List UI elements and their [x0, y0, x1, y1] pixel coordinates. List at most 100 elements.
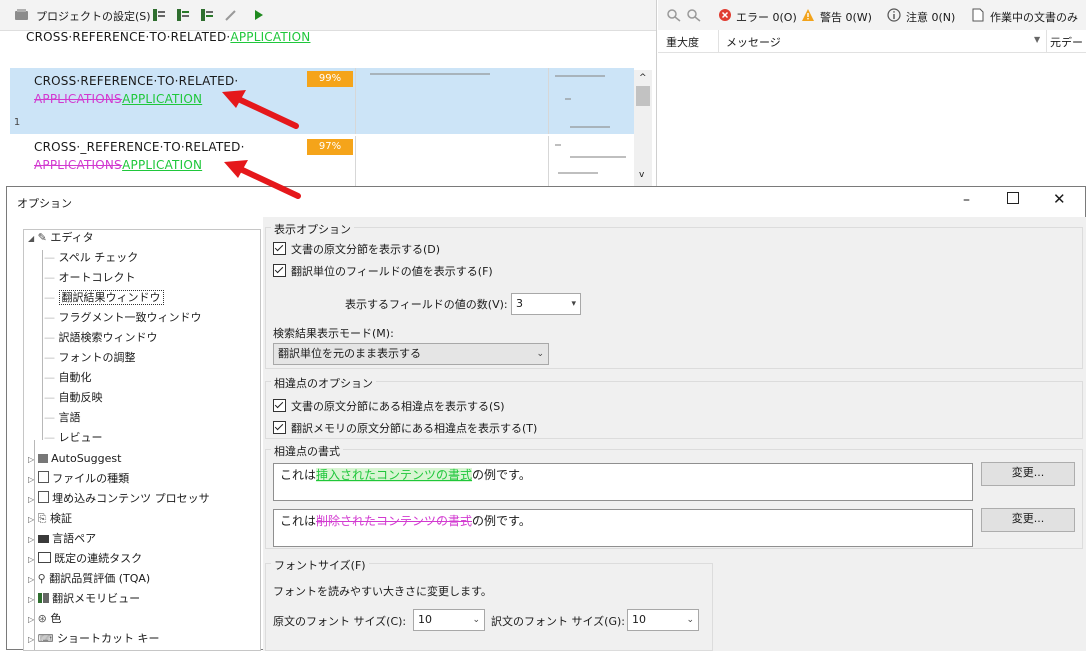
verify-icon: ⎘	[37, 512, 47, 525]
show-tm-diff-checkbox[interactable]: 翻訳メモリの原文分節にある相違点を表示する(T)	[273, 421, 537, 436]
scroll-thumb[interactable]	[636, 86, 650, 106]
field-count-value: 3	[516, 297, 523, 310]
match-row-2[interactable]: 2 CROSS·_REFERENCE·TO·RELATED· APPLICATI…	[10, 136, 634, 190]
current-document-only-toggle[interactable]: 作業中の文書のみ	[990, 9, 1078, 25]
dialog-titlebar: オプション – ✕	[7, 187, 1085, 217]
search-icon[interactable]	[666, 8, 682, 22]
scroll-down-icon[interactable]: v	[639, 170, 644, 180]
tree-item-default-tasks[interactable]: ▷ 既定の連続タスク	[28, 549, 142, 569]
expand-icon[interactable]: ▷	[28, 595, 34, 604]
field-count-spinner[interactable]: 3 ▾	[511, 293, 581, 315]
sample-text: の例です。	[472, 514, 531, 528]
tree-item-embedded-content[interactable]: ▷ 埋め込みコンテンツ プロセッサ	[28, 489, 210, 509]
tree-item-auto-propagation[interactable]: — 自動反映	[44, 388, 103, 408]
tree-label: 既定の連続タスク	[54, 552, 143, 565]
tree-item-automation[interactable]: — 自動化	[44, 368, 92, 388]
tm-icon-2[interactable]	[176, 8, 190, 22]
note-count[interactable]: 注意 0(N)	[906, 9, 955, 25]
checkbox-checked-icon[interactable]	[273, 421, 286, 434]
error-icon[interactable]	[718, 8, 732, 22]
chevron-down-icon[interactable]: ⌄	[536, 344, 544, 364]
tree-item-review[interactable]: — レビュー	[44, 428, 103, 448]
column-message[interactable]: メッセージ	[726, 34, 781, 50]
tm-icon-1[interactable]	[152, 8, 166, 22]
filter-dropdown-icon[interactable]: ▼	[1034, 35, 1040, 44]
tree-item-language-pairs[interactable]: ▷ 言語ペア	[28, 529, 96, 549]
tree-item-shortcuts[interactable]: ▷ ⌨ ショートカット キー	[28, 629, 160, 649]
results-scrollbar[interactable]: ^ v	[634, 70, 652, 186]
tree-item-autocorrect[interactable]: — オートコレクト	[44, 268, 136, 288]
source-font-size-select[interactable]: 10 ⌄	[413, 609, 485, 631]
tm-icon-3[interactable]	[200, 8, 214, 22]
minimize-button[interactable]: –	[963, 192, 970, 208]
error-count[interactable]: エラー 0(O)	[736, 9, 797, 25]
blurred-text	[370, 73, 490, 75]
info-icon[interactable]	[887, 8, 901, 22]
display-options-title: 表示オプション	[271, 221, 354, 237]
annotation-arrow-2	[224, 160, 301, 199]
tree-item-verification[interactable]: ▷ ⎘ 検証	[28, 509, 72, 529]
chevron-down-icon[interactable]: ⌄	[472, 610, 480, 630]
maximize-button[interactable]	[1007, 192, 1019, 204]
show-source-segments-checkbox[interactable]: 文書の原文分節を表示する(D)	[273, 242, 440, 257]
dropdown-icon[interactable]: ▾	[571, 294, 576, 314]
wand-icon[interactable]	[224, 8, 238, 22]
tree-item-file-types[interactable]: ▷ ファイルの種類	[28, 469, 129, 489]
warning-count[interactable]: 警告 0(W)	[820, 9, 872, 25]
tree-item-language[interactable]: — 言語	[44, 408, 81, 428]
tree-item-font-adjust[interactable]: — フォントの調整	[44, 348, 136, 368]
tree-label: エディタ	[50, 231, 94, 244]
show-doc-diff-checkbox[interactable]: 文書の原文分節にある相違点を表示する(S)	[273, 399, 505, 414]
column-severity[interactable]: 重大度	[666, 34, 699, 50]
show-tu-fields-checkbox[interactable]: 翻訳単位のフィールドの値を表示する(F)	[273, 264, 493, 279]
scroll-up-icon[interactable]: ^	[639, 73, 647, 83]
expand-icon[interactable]: ▷	[28, 615, 34, 624]
document-icon[interactable]	[972, 8, 984, 22]
project-settings-icon[interactable]	[14, 8, 30, 22]
expand-icon[interactable]: ▷	[28, 455, 34, 464]
expand-icon[interactable]: ▷	[28, 555, 34, 564]
change-inserted-format-button[interactable]: 変更...	[981, 462, 1075, 486]
expand-icon[interactable]: ▷	[28, 575, 34, 584]
close-button[interactable]: ✕	[1053, 190, 1066, 208]
checkbox-label: 翻訳単位のフィールドの値を表示する(F)	[291, 265, 493, 278]
tree-item-tm-view[interactable]: ▷ 翻訳メモリビュー	[28, 589, 140, 609]
checkbox-checked-icon[interactable]	[273, 264, 286, 277]
expand-icon[interactable]: ▷	[28, 535, 34, 544]
tree-item-term-search[interactable]: — 訳語検索ウィンドウ	[44, 328, 158, 348]
expand-icon[interactable]: ▷	[28, 495, 34, 504]
checkbox-checked-icon[interactable]	[273, 242, 286, 255]
collapse-icon[interactable]: ◢	[28, 234, 34, 243]
tree-item-translation-results[interactable]: — 翻訳結果ウィンドウ	[44, 288, 164, 308]
column-divider	[1046, 30, 1047, 52]
checkbox-checked-icon[interactable]	[273, 399, 286, 412]
tree-item-tqa[interactable]: ▷ ⚲ 翻訳品質評価 (TQA)	[28, 569, 150, 589]
tree-label: 自動反映	[58, 391, 103, 404]
expand-icon[interactable]: ▷	[28, 475, 34, 484]
current-source-segment: CROSS·REFERENCE·TO·RELATED·APPLICATION	[26, 30, 310, 48]
tree-item-editor[interactable]: ◢ ✎ エディタ	[28, 230, 94, 248]
tree-item-fragment-match[interactable]: — フラグメント一致ウィンドウ	[44, 308, 202, 328]
project-settings-button[interactable]: プロジェクトの設定(S)	[36, 8, 151, 24]
source-prefix: CROSS·REFERENCE·TO·RELATED·	[26, 30, 231, 44]
tree-item-spellcheck[interactable]: — スペル チェック	[44, 248, 138, 268]
filter-search-icon[interactable]	[686, 8, 702, 22]
target-font-size-select[interactable]: 10 ⌄	[627, 609, 699, 631]
search-mode-select[interactable]: 翻訳単位を元のまま表示する ⌄	[273, 343, 549, 365]
expand-icon[interactable]: ▷	[28, 635, 34, 644]
messages-column-header: 重大度 メッセージ ▼ 元デー	[658, 30, 1086, 53]
blurred-text	[570, 156, 626, 158]
warning-icon[interactable]	[801, 8, 815, 22]
change-deleted-format-button[interactable]: 変更...	[981, 508, 1075, 532]
match-row-1[interactable]: 1 CROSS·REFERENCE·TO·RELATED· APPLICATIO…	[10, 68, 634, 134]
tree-item-colors[interactable]: ▷ ⊛ 色	[28, 609, 61, 629]
play-icon[interactable]	[254, 9, 264, 21]
tree-item-autosuggest[interactable]: ▷ AutoSuggest	[28, 449, 121, 469]
chevron-down-icon[interactable]: ⌄	[686, 610, 694, 630]
expand-icon[interactable]: ▷	[28, 515, 34, 524]
options-dialog: オプション – ✕ ◢ ✎ エディタ — スペル チェック — オートコレクト …	[6, 186, 1086, 651]
blurred-text	[555, 75, 605, 77]
column-origin[interactable]: 元デー	[1050, 34, 1083, 50]
blurred-text	[565, 98, 571, 100]
search-mode-value: 翻訳単位を元のまま表示する	[278, 347, 421, 360]
